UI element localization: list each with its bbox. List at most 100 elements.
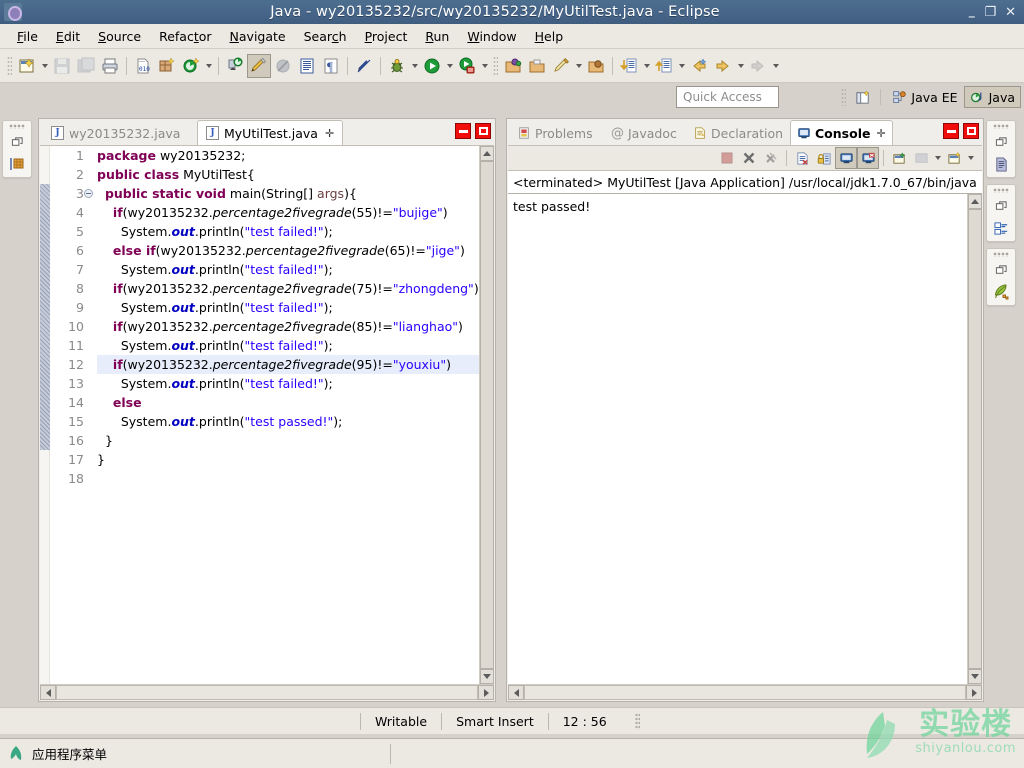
new-java-class-dropdown-arrow[interactable] [203, 54, 214, 78]
menu-window[interactable]: Window [458, 26, 525, 47]
quick-access-input[interactable]: Quick Access [676, 86, 779, 108]
task-list-icon[interactable] [992, 219, 1010, 237]
code-line[interactable]: else [97, 393, 479, 412]
code-line[interactable]: public class MyUtilTest{ [97, 165, 479, 184]
last-edit-location-icon[interactable] [746, 54, 770, 78]
previous-annotation-icon[interactable] [652, 54, 676, 78]
minimize-editor-button[interactable] [455, 123, 471, 139]
code-line[interactable]: System.out.println("test failed!"); [97, 336, 479, 355]
status-bar-grip[interactable] [634, 712, 640, 730]
code-line[interactable]: System.out.println("test failed!"); [97, 298, 479, 317]
console-vertical-scrollbar[interactable] [967, 194, 982, 684]
fastview-grip[interactable] [993, 188, 1009, 193]
perspective-java-ee[interactable]: Java EE [886, 86, 963, 108]
linux-mint-menu-icon[interactable] [8, 745, 24, 763]
code-line[interactable]: if(wy20135232.percentage2fivegrade(95)!=… [97, 355, 479, 374]
forward-dropdown-arrow[interactable] [735, 54, 746, 78]
previous-annotation-dropdown-arrow[interactable] [676, 54, 687, 78]
clear-console-icon[interactable] [791, 147, 813, 169]
toolbar-grip[interactable] [7, 55, 12, 76]
back-icon[interactable] [687, 54, 711, 78]
next-annotation-icon[interactable] [617, 54, 641, 78]
show-source-icon[interactable] [295, 54, 319, 78]
run-icon[interactable] [420, 54, 444, 78]
scroll-right-icon[interactable] [966, 685, 982, 700]
toolbar-grip[interactable] [493, 55, 498, 76]
code-line[interactable]: package wy20135232; [97, 146, 479, 165]
scroll-lock-icon[interactable] [813, 147, 835, 169]
remove-launch-icon[interactable] [738, 147, 760, 169]
editor-vscroll-track[interactable] [480, 161, 494, 669]
new-java-package-icon[interactable] [155, 54, 179, 78]
search-icon[interactable] [549, 54, 573, 78]
restore-icon[interactable] [992, 197, 1010, 215]
outline-icon[interactable] [992, 155, 1010, 173]
fastview-stack-task-list[interactable] [986, 184, 1016, 242]
console-output-area[interactable]: test passed! [508, 194, 982, 700]
terminate-icon[interactable] [716, 147, 738, 169]
run-dropdown-arrow[interactable] [444, 54, 455, 78]
run-last-tool-icon[interactable] [455, 54, 479, 78]
forward-icon[interactable] [711, 54, 735, 78]
scroll-right-icon[interactable] [478, 685, 494, 700]
code-editor-body[interactable]: 1 2 3 4 5 6 7 8 9 10 11 12 13 14 15 16 17 18 package wy20… [40, 146, 494, 684]
menu-edit[interactable]: Edit [47, 26, 89, 47]
new-wizard-icon[interactable] [15, 54, 39, 78]
package-explorer-icon[interactable] [8, 155, 26, 173]
close-icon[interactable]: ✛ [876, 127, 885, 140]
fastview-grip[interactable] [993, 252, 1009, 257]
code-editor[interactable]: 1 2 3 4 5 6 7 8 9 10 11 12 13 14 15 16 17 18 package wy20… [40, 145, 494, 700]
open-perspective-icon[interactable] [851, 86, 875, 108]
next-annotation-dropdown-arrow[interactable] [641, 54, 652, 78]
code-line[interactable]: if(wy20135232.percentage2fivegrade(75)!=… [97, 279, 479, 298]
save-icon[interactable] [50, 54, 74, 78]
new-java-file-icon[interactable]: 010 [131, 54, 155, 78]
editor-horizontal-scrollbar[interactable] [40, 684, 494, 700]
tab-javadoc[interactable]: @ Javadoc [605, 122, 683, 144]
fastview-grip[interactable] [993, 124, 1009, 129]
scroll-left-icon[interactable] [40, 685, 56, 700]
tab-declaration[interactable]: Declaration [687, 122, 789, 144]
taskbar-menu-label[interactable]: 应用程序菜单 [32, 744, 107, 763]
editor-tab-wy20135232[interactable]: J wy20135232.java [43, 121, 188, 145]
remove-all-terminated-icon[interactable] [760, 147, 782, 169]
print-icon[interactable] [98, 54, 122, 78]
code-line[interactable]: else if(wy20135232.percentage2fivegrade(… [97, 241, 479, 260]
menu-run[interactable]: Run [416, 26, 458, 47]
close-window-button[interactable]: ✕ [1005, 6, 1016, 19]
code-line[interactable]: System.out.println("test passed!"); [97, 412, 479, 431]
display-selected-console-icon[interactable] [910, 147, 932, 169]
last-edit-dropdown-arrow[interactable] [770, 54, 781, 78]
console-output-main[interactable]: test passed! [508, 194, 982, 684]
show-console-on-error-icon[interactable] [857, 147, 879, 169]
maximize-console-button[interactable] [963, 123, 979, 139]
code-line[interactable]: System.out.println("test failed!"); [97, 374, 479, 393]
perspective-bar-grip[interactable] [841, 88, 847, 106]
editor-vscroll-thumb[interactable] [480, 161, 494, 669]
scroll-down-icon[interactable] [480, 669, 494, 684]
editor-annotation-ruler[interactable] [40, 146, 50, 684]
tab-problems[interactable]: Problems [511, 122, 599, 144]
new-java-class-icon[interactable] [179, 54, 203, 78]
menu-search[interactable]: Search [295, 26, 356, 47]
fastview-stack-outline[interactable] [986, 120, 1016, 178]
menu-help[interactable]: Help [526, 26, 573, 47]
run-last-tool-dropdown-arrow[interactable] [479, 54, 490, 78]
menu-navigate[interactable]: Navigate [221, 26, 295, 47]
restore-icon[interactable] [992, 261, 1010, 279]
tab-console[interactable]: Console ✛ [790, 120, 893, 145]
code-line[interactable] [97, 469, 479, 488]
code-line[interactable]: System.out.println("test failed!"); [97, 222, 479, 241]
perspective-java[interactable]: Java [963, 86, 1021, 108]
menu-source[interactable]: Source [89, 26, 150, 47]
new-wizard-dropdown-arrow[interactable] [39, 54, 50, 78]
restore-icon[interactable] [992, 133, 1010, 151]
console-horizontal-scrollbar[interactable] [508, 684, 982, 700]
code-line[interactable]: if(wy20135232.percentage2fivegrade(55)!=… [97, 203, 479, 222]
menu-file[interactable]: File [8, 26, 47, 47]
open-task-icon[interactable] [584, 54, 608, 78]
search-dropdown-arrow[interactable] [573, 54, 584, 78]
editor-vertical-scrollbar[interactable] [479, 146, 494, 684]
editor-hscroll-thumb[interactable] [56, 685, 478, 700]
scroll-up-icon[interactable] [968, 194, 982, 209]
